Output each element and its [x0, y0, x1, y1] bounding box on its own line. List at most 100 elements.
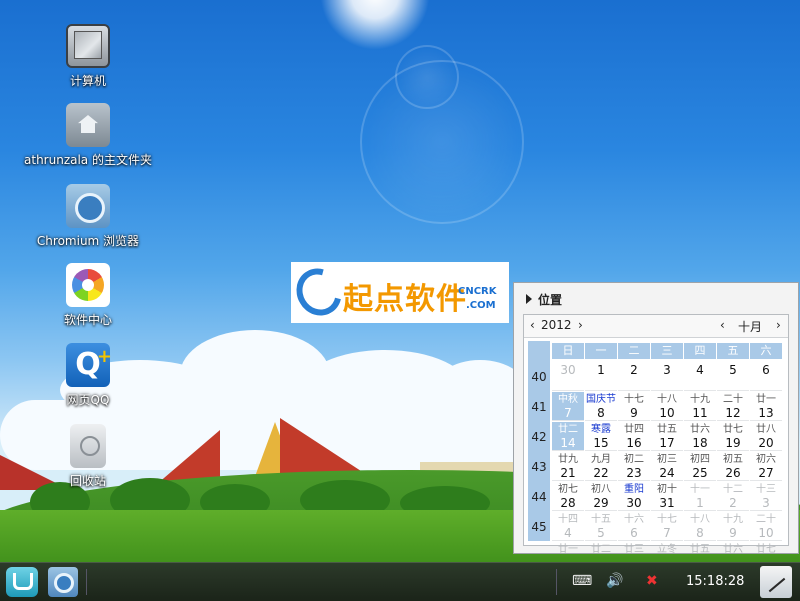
- calendar-day-partial[interactable]: 廿六: [717, 542, 749, 556]
- lunar-date: 立冬: [657, 544, 677, 555]
- solar-date: 5: [729, 363, 737, 377]
- taskbar-clock[interactable]: 15:18:28: [686, 574, 744, 589]
- prev-year-button[interactable]: ‹: [530, 318, 535, 332]
- solar-date: 1: [597, 363, 605, 377]
- desktop-icon-qq[interactable]: Q 网页QQ: [23, 335, 153, 408]
- calendar-day[interactable]: 廿九 21: [552, 452, 584, 481]
- calendar-day[interactable]: 廿四 16: [618, 422, 650, 451]
- calendar-day[interactable]: 1: [585, 362, 617, 391]
- calendar-day[interactable]: 二十 10: [750, 512, 782, 541]
- calendar-day[interactable]: 廿八 20: [750, 422, 782, 451]
- calendar-day[interactable]: 廿六 18: [684, 422, 716, 451]
- solar-date: 14: [560, 436, 576, 450]
- month-label: 十月: [738, 320, 763, 334]
- solar-date: 26: [725, 466, 741, 480]
- show-desktop-button[interactable]: [760, 566, 792, 598]
- solar-date: 30: [626, 496, 642, 510]
- watermark-sub-text: .COM: [466, 300, 496, 311]
- calendar-day[interactable]: 初五 26: [717, 452, 749, 481]
- calendar-day[interactable]: 寒露 15: [585, 422, 617, 451]
- calendar-day-partial[interactable]: 廿一: [552, 542, 584, 556]
- calendar-day[interactable]: 6: [750, 362, 782, 391]
- calendar-day-partial[interactable]: 立冬: [651, 542, 683, 556]
- weekday-header: 六: [750, 343, 782, 359]
- desktop-icon-trash[interactable]: 回收站: [23, 424, 153, 489]
- calendar-day[interactable]: 初四 25: [684, 452, 716, 481]
- calendar-day[interactable]: 初七 28: [552, 482, 584, 511]
- calendar-day[interactable]: 十五 5: [585, 512, 617, 541]
- volume-icon[interactable]: 🔊: [606, 573, 623, 589]
- calendar-day[interactable]: 2: [618, 362, 650, 391]
- calendar-day[interactable]: 廿七 19: [717, 422, 749, 451]
- calendar-day[interactable]: 十八 8: [684, 512, 716, 541]
- calendar-day-partial[interactable]: 廿七: [750, 542, 782, 556]
- calendar-day[interactable]: 十一 1: [684, 482, 716, 511]
- calendar-day[interactable]: 30: [552, 362, 584, 391]
- solar-date: 7: [564, 406, 572, 420]
- calendar-day[interactable]: 十三 3: [750, 482, 782, 511]
- next-year-button[interactable]: ›: [578, 318, 583, 332]
- keyboard-icon[interactable]: ⌨: [572, 573, 592, 589]
- calendar-day-partial[interactable]: 廿三: [618, 542, 650, 556]
- calendar-day[interactable]: 十七 7: [651, 512, 683, 541]
- calendar-nav: ‹ 2012 › ‹ 十月 ›: [524, 315, 788, 338]
- calendar-day-partial[interactable]: 廿五: [684, 542, 716, 556]
- calendar-day[interactable]: 九月 22: [585, 452, 617, 481]
- desktop-icon-label: 计算机: [69, 74, 106, 88]
- calendar-day[interactable]: 5: [717, 362, 749, 391]
- calendar-day[interactable]: 初八 29: [585, 482, 617, 511]
- network-disconnected-icon[interactable]: ✖: [646, 573, 658, 589]
- calendar-day[interactable]: 国庆节 8: [585, 392, 617, 421]
- next-month-button[interactable]: ›: [776, 318, 781, 332]
- calendar-day[interactable]: 廿一 13: [750, 392, 782, 421]
- lunar-date: 十二: [723, 484, 743, 495]
- calendar-day[interactable]: 十四 4: [552, 512, 584, 541]
- calendar-day[interactable]: 十六 6: [618, 512, 650, 541]
- calendar-day[interactable]: 重阳 30: [618, 482, 650, 511]
- expand-arrow-icon: [526, 294, 532, 304]
- solar-date: 24: [659, 466, 675, 480]
- solar-date: 8: [696, 526, 704, 540]
- calendar-day[interactable]: 3: [651, 362, 683, 391]
- solar-date: 6: [762, 363, 770, 377]
- solar-date: 16: [626, 436, 642, 450]
- desktop-icon-home-folder[interactable]: athrunzala 的主文件夹: [23, 103, 153, 168]
- lens-flare: [395, 45, 459, 109]
- watermark-main-text: 起点软件: [343, 282, 467, 317]
- weekday-header: 一: [585, 343, 617, 359]
- calendar-day[interactable]: 廿二 14: [552, 422, 584, 451]
- calendar-day[interactable]: 十七 9: [618, 392, 650, 421]
- trash-icon: [70, 424, 106, 468]
- calendar-day[interactable]: 初十 31: [651, 482, 683, 511]
- calendar-day[interactable]: 十九 9: [717, 512, 749, 541]
- desktop-icon-computer[interactable]: 计算机: [23, 24, 153, 89]
- solar-date: 27: [758, 466, 774, 480]
- calendar-day[interactable]: 廿五 17: [651, 422, 683, 451]
- watermark-logo: 起点软件 CNCRK .COM: [287, 260, 509, 324]
- start-menu-button[interactable]: [6, 567, 38, 597]
- prev-month-button[interactable]: ‹: [720, 318, 725, 332]
- chromium-icon: [54, 573, 74, 593]
- solar-date: 15: [593, 436, 609, 450]
- calendar-day[interactable]: 十九 11: [684, 392, 716, 421]
- desktop-icon-chromium[interactable]: Chromium 浏览器: [23, 184, 153, 249]
- calendar-day[interactable]: 4: [684, 362, 716, 391]
- solar-date: 23: [626, 466, 642, 480]
- solar-date: 30: [560, 363, 576, 377]
- calendar-day[interactable]: 初六 27: [750, 452, 782, 481]
- taskbar-chromium-launcher[interactable]: [48, 567, 78, 597]
- location-expander[interactable]: 位置: [526, 291, 562, 308]
- week-number: 42: [531, 430, 547, 444]
- desktop-icon-software-center[interactable]: 软件中心: [23, 263, 153, 328]
- calendar-day-partial[interactable]: 廿二: [585, 542, 617, 556]
- calendar-day[interactable]: 中秋 7: [552, 392, 584, 421]
- lunar-date: 廿二: [591, 544, 611, 555]
- calendar-day[interactable]: 十八 10: [651, 392, 683, 421]
- solar-date: 4: [696, 363, 704, 377]
- week-number: 41: [531, 400, 547, 414]
- calendar-day[interactable]: 十二 2: [717, 482, 749, 511]
- calendar-day[interactable]: 二十 12: [717, 392, 749, 421]
- calendar-day[interactable]: 初三 24: [651, 452, 683, 481]
- taskbar: ⌨ 🔊 ✖ 15:18:28: [0, 562, 800, 601]
- calendar-day[interactable]: 初二 23: [618, 452, 650, 481]
